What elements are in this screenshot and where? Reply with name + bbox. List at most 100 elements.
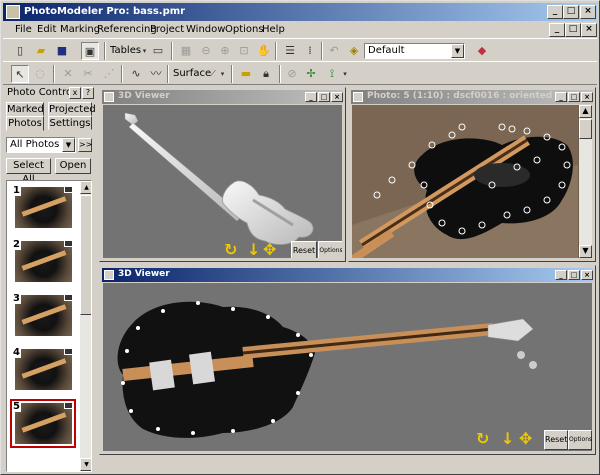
pan-icon[interactable]: ✥ — [263, 241, 276, 259]
minimize-icon[interactable]: _ — [555, 92, 567, 102]
scroll-up-icon[interactable]: ▲ — [80, 181, 91, 194]
rotate-icon[interactable]: ↻ — [476, 430, 489, 448]
photo-thumbnail[interactable]: 2 — [10, 237, 76, 286]
color-palette-icon[interactable]: ◆ — [473, 42, 491, 60]
lasso-icon[interactable]: ◌ — [31, 65, 49, 83]
scale-icon[interactable]: ⟟ — [323, 65, 341, 83]
close-icon[interactable]: x — [69, 87, 81, 99]
layer-icon[interactable]: ◈ — [345, 42, 363, 60]
chevron-down-icon[interactable]: ▼ — [62, 138, 75, 152]
zoom-in-icon[interactable]: ⊕ — [216, 42, 234, 60]
lock-icon[interactable]: 🔒︎ — [257, 65, 275, 83]
save-icon[interactable]: ■ — [53, 42, 71, 60]
pan-hand-icon[interactable]: ✋ — [255, 42, 273, 60]
close-icon[interactable]: × — [581, 270, 593, 280]
marking-toolbar: ↖ ◌ ✕ ✂ ⋰ ∿ 〰 Surface ⟋ ▾ ▬ 🔒︎ ⊘ ✢ ⟟ ▾ — [3, 61, 597, 85]
select-all-button[interactable]: Select All — [6, 158, 51, 185]
photo-thumbnail[interactable]: 1 — [10, 183, 76, 232]
menu-project[interactable]: Project — [150, 24, 184, 35]
delete-icon[interactable]: ✕ — [59, 65, 77, 83]
scroll-down-icon[interactable]: ▼ — [80, 458, 91, 471]
toolbar-separator — [231, 65, 233, 83]
mdi-close-icon[interactable]: × — [581, 23, 597, 37]
options-button[interactable]: Options — [318, 241, 342, 258]
open-folder-icon[interactable]: ▰ — [32, 42, 50, 60]
axis-icon[interactable]: ✢ — [302, 65, 320, 83]
move-icon[interactable]: ↓ — [247, 241, 260, 259]
undo-icon[interactable]: ↶ — [325, 42, 343, 60]
zoom-fit-icon[interactable]: ⊡ — [235, 42, 253, 60]
guitar-model-white — [124, 112, 314, 245]
photo-thumbnail-selected[interactable]: 5 — [10, 399, 76, 448]
scroll-down-icon[interactable]: ▼ — [579, 245, 592, 258]
options-button[interactable]: Options — [568, 430, 592, 450]
mdi-restore-icon[interactable]: □ — [565, 23, 581, 37]
window-layout-icon[interactable]: ▭ — [149, 42, 167, 60]
edge-icon[interactable]: 〰 — [147, 65, 165, 83]
tab-projected[interactable]: Projected — [48, 102, 96, 116]
scroll-thumb[interactable] — [80, 195, 91, 315]
chevron-down-icon[interactable]: ▼ — [451, 44, 464, 58]
menu-options[interactable]: Options — [225, 24, 264, 35]
minimize-icon[interactable]: _ — [305, 92, 317, 102]
list-icon[interactable]: ☰ — [281, 42, 299, 60]
photo-scrollbar[interactable]: ▲ ▼ — [579, 105, 592, 258]
maximize-icon[interactable]: □ — [568, 270, 580, 280]
open-button[interactable]: Open — [55, 158, 91, 174]
menu-window[interactable]: Window — [186, 24, 225, 35]
viewer-top-viewport[interactable]: ↻ ↓ ✥ Reset Options — [103, 105, 342, 258]
cut-icon[interactable]: ✂ — [79, 65, 97, 83]
menu-file[interactable]: File — [15, 24, 32, 35]
zoom-out-icon[interactable]: ⊖ — [197, 42, 215, 60]
tables-button[interactable]: Tables — [110, 45, 141, 56]
guitar-model-textured — [117, 301, 537, 438]
viewer-main-viewport[interactable]: ↻ ↓ ✥ Reset Options — [103, 283, 592, 451]
photo-thumbnail[interactable]: 4 — [10, 345, 76, 394]
move-icon[interactable]: ↓ — [501, 430, 514, 448]
rotate-icon[interactable]: ↻ — [224, 241, 237, 259]
maximize-icon[interactable]: □ — [563, 5, 579, 19]
close-icon[interactable]: × — [581, 92, 593, 102]
scroll-up-icon[interactable]: ▲ — [579, 105, 592, 118]
ruler-icon[interactable]: ▬ — [237, 65, 255, 83]
line-icon[interactable]: ⋰ — [100, 65, 118, 83]
more-button[interactable]: >> — [78, 138, 92, 152]
maximize-icon[interactable]: □ — [568, 92, 580, 102]
layer-select[interactable]: Default ▼ — [364, 43, 465, 59]
viewer-icon — [104, 270, 114, 280]
surface-button[interactable]: Surface — [173, 68, 211, 79]
toolbar-dropdown-icon[interactable]: ▾ — [340, 65, 350, 83]
photo-filter-select[interactable]: All Photos ▼ — [6, 137, 76, 153]
minimize-icon[interactable]: _ — [547, 5, 563, 19]
surface-dropdown-icon[interactable]: ▾ — [217, 65, 228, 83]
tab-photos[interactable]: Photos — [6, 116, 44, 131]
help-icon[interactable]: ? — [82, 87, 94, 99]
new-file-icon[interactable]: ▯ — [11, 42, 29, 60]
tab-settings[interactable]: Settings — [48, 116, 92, 130]
thumbnail-scrollbar[interactable]: ▲ ▼ — [80, 181, 91, 471]
hide-icon[interactable]: ⊘ — [283, 65, 301, 83]
close-icon[interactable]: × — [580, 5, 596, 19]
minimize-icon[interactable]: _ — [555, 270, 567, 280]
menu-edit[interactable]: Edit — [37, 24, 56, 35]
close-icon[interactable]: × — [331, 92, 343, 102]
menu-help[interactable]: Help — [262, 24, 285, 35]
toolbar-separator — [53, 65, 55, 83]
grid-icon[interactable]: ▦ — [177, 42, 195, 60]
main-toolbar: ▯ ▰ ■ ▣ Tables ▾ ▭ ▦ ⊖ ⊕ ⊡ ✋ ☰ ⁞ ↶ ◈ Def… — [3, 38, 597, 62]
menu-referencing[interactable]: Referencing — [97, 24, 157, 35]
photo-mode-icon[interactable]: ▣ — [81, 42, 99, 60]
mdi-minimize-icon[interactable]: _ — [549, 23, 565, 37]
points-icon[interactable]: ⁞ — [301, 42, 319, 60]
scroll-thumb[interactable] — [579, 119, 592, 139]
photo-viewport[interactable] — [352, 105, 579, 258]
menu-marking[interactable]: Marking — [60, 24, 100, 35]
maximize-icon[interactable]: □ — [318, 92, 330, 102]
photo-thumbnail[interactable]: 3 — [10, 291, 76, 340]
tab-marked[interactable]: Marked — [6, 102, 44, 116]
select-arrow-icon[interactable]: ↖ — [11, 65, 29, 83]
pan-icon[interactable]: ✥ — [519, 430, 532, 448]
curve-icon[interactable]: ∿ — [127, 65, 145, 83]
reset-button[interactable]: Reset — [544, 430, 568, 450]
reset-button[interactable]: Reset — [291, 241, 317, 258]
